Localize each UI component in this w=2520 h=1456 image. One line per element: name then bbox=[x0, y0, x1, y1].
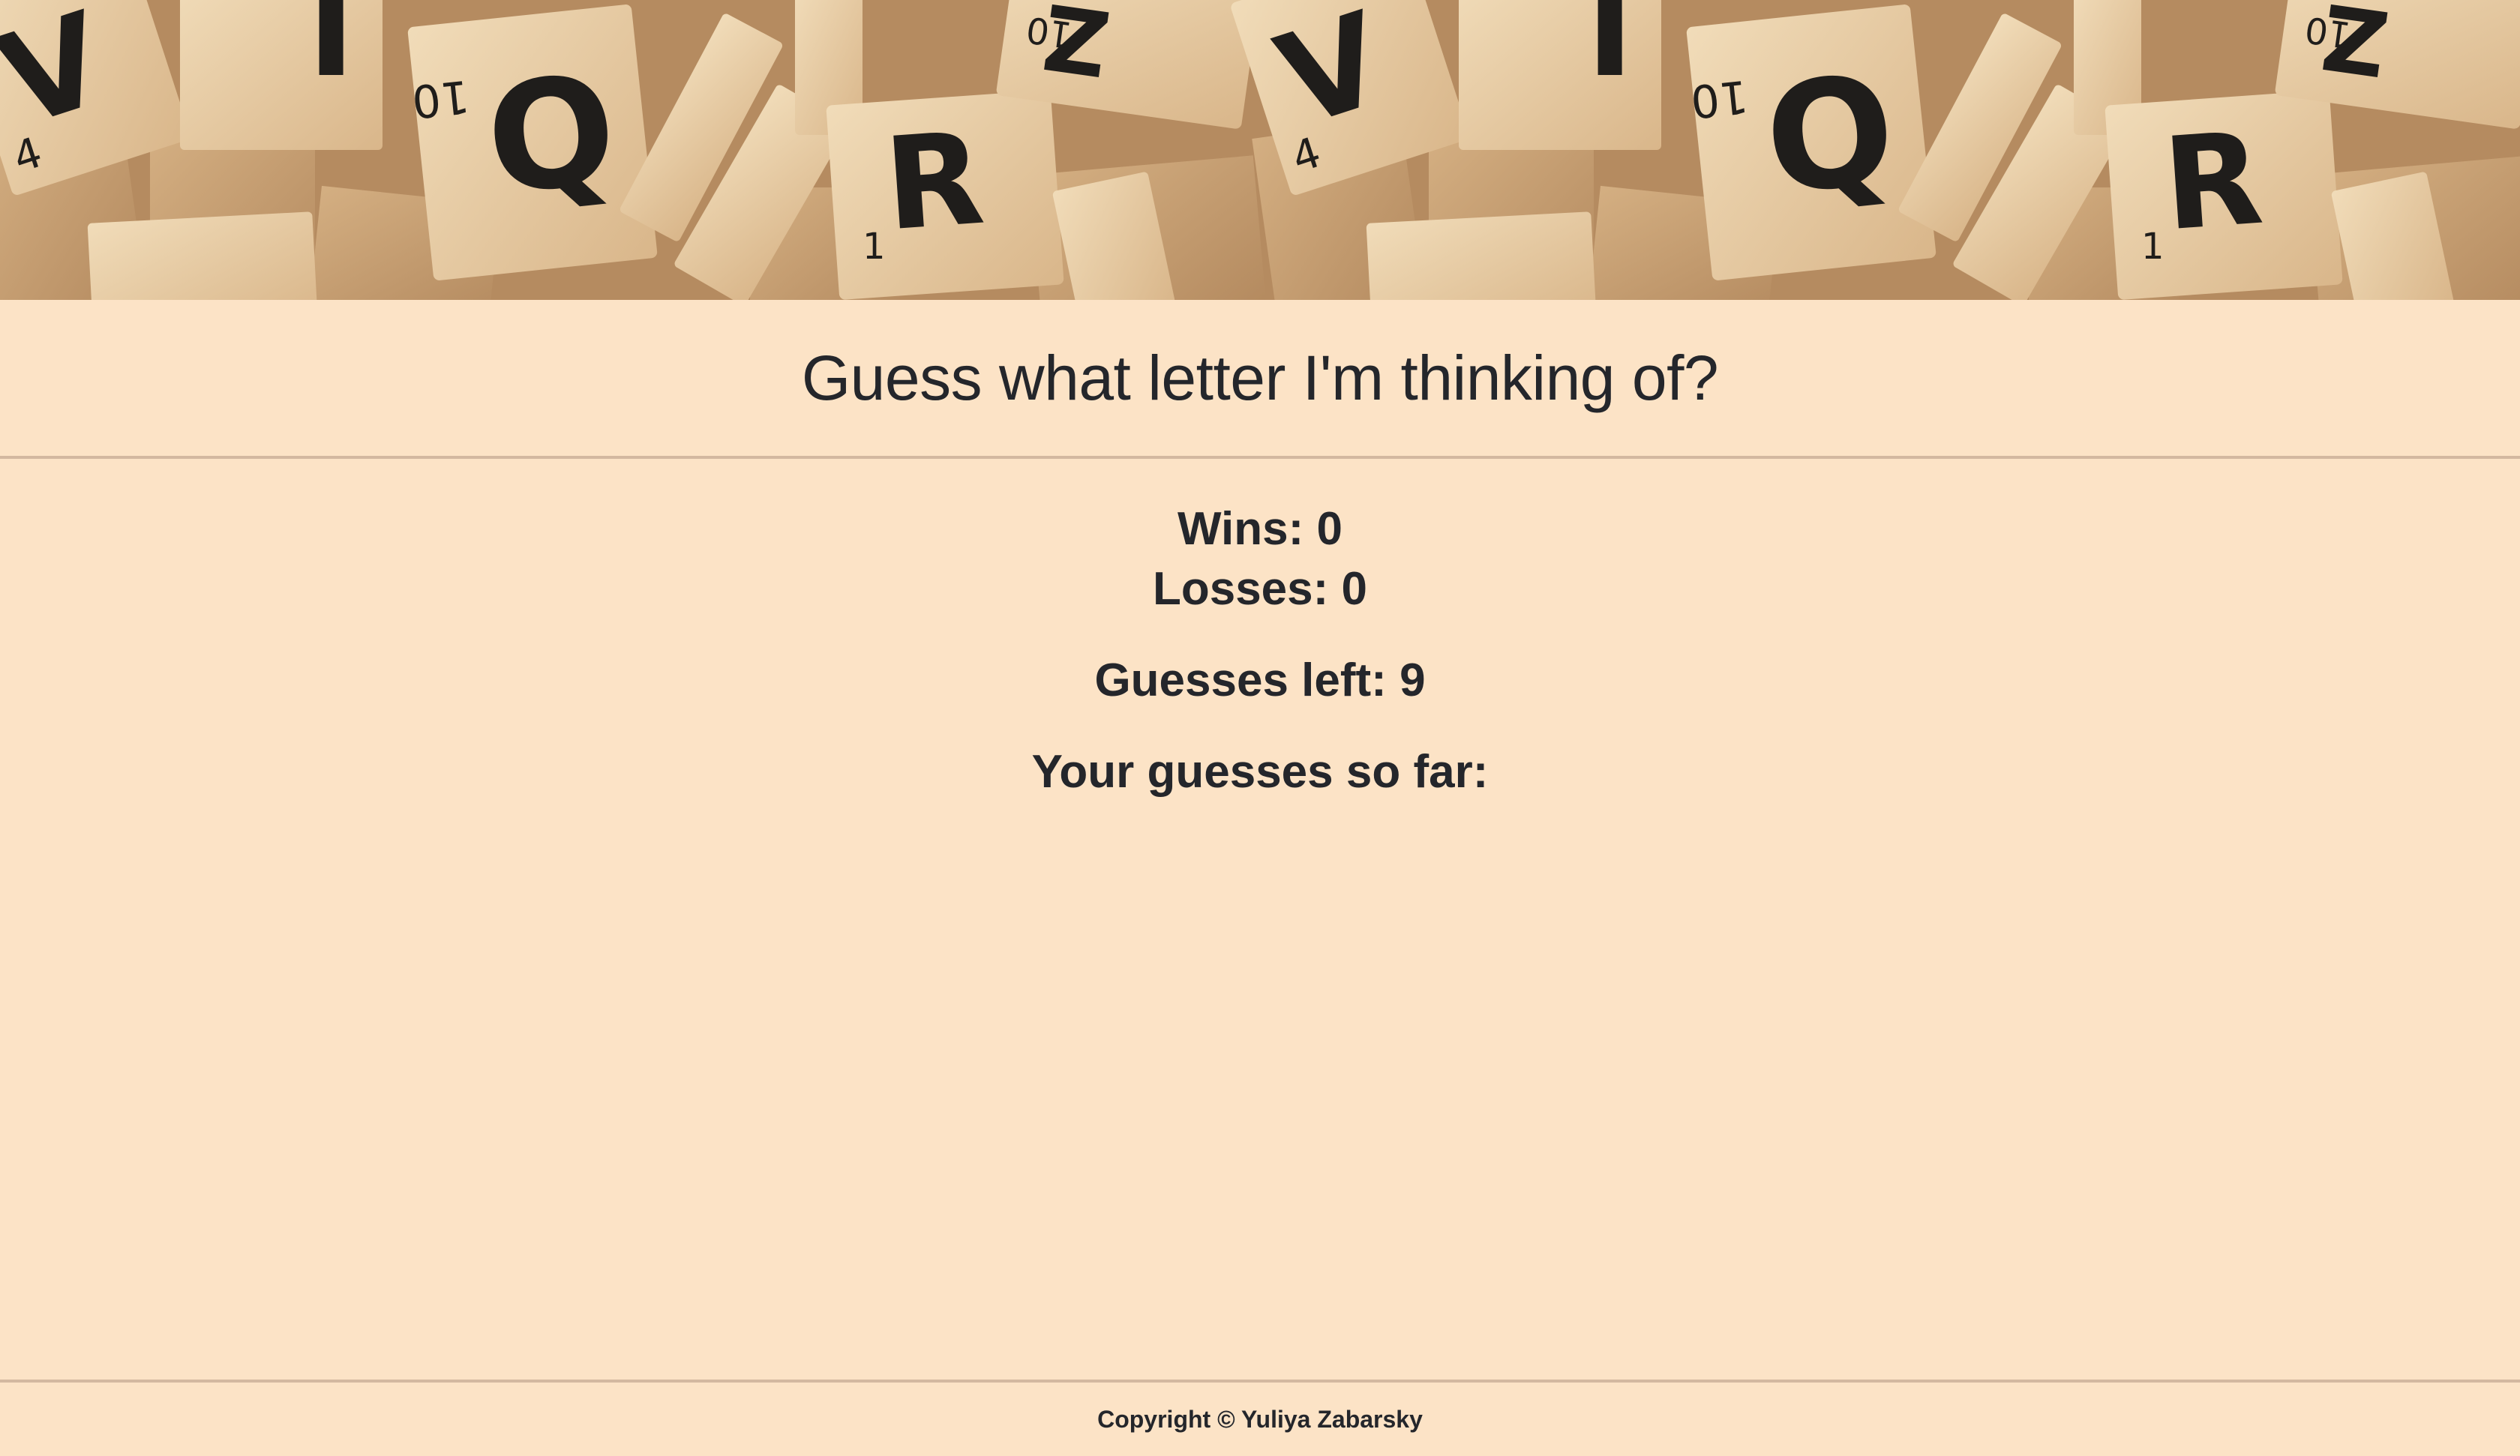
page-header: Guess what letter I'm thinking of? bbox=[0, 300, 2520, 459]
svg-text:R: R bbox=[2158, 105, 2266, 260]
svg-text:1: 1 bbox=[2141, 226, 2164, 268]
svg-text:10: 10 bbox=[1688, 70, 1750, 128]
page-title: Guess what letter I'm thinking of? bbox=[801, 342, 1719, 413]
svg-text:I: I bbox=[1586, 0, 1634, 106]
guesses-so-far-label: Your guesses so far: bbox=[1031, 746, 1489, 798]
scrabble-tiles-banner-image: V 4 I Q 10 R 1 Z 10 V 4 I Q 10 R 1 Z 10 bbox=[0, 0, 2520, 300]
svg-text:10: 10 bbox=[2302, 8, 2354, 56]
svg-text:1: 1 bbox=[862, 226, 886, 268]
game-stats: Wins: 0 Losses: 0 Guesses left: 9 Your g… bbox=[0, 459, 2520, 818]
guesses-left-label: Guesses left: bbox=[1094, 655, 1387, 706]
wins-stat: Wins: 0 bbox=[0, 484, 2520, 555]
svg-text:Q: Q bbox=[478, 42, 623, 229]
svg-text:10: 10 bbox=[410, 70, 472, 128]
page-footer: Copyright © Yuliya Zabarsky bbox=[0, 1380, 2520, 1456]
copyright-text: Copyright © Yuliya Zabarsky bbox=[1097, 1405, 1423, 1433]
svg-text:Q: Q bbox=[1757, 42, 1902, 229]
guesses-left-value: 9 bbox=[1400, 655, 1426, 706]
guesses-left-stat: Guesses left: 9 bbox=[0, 635, 2520, 727]
losses-value: 0 bbox=[1341, 563, 1368, 615]
svg-text:R: R bbox=[880, 105, 988, 260]
svg-text:10: 10 bbox=[1024, 8, 1075, 56]
losses-label: Losses: bbox=[1152, 563, 1329, 615]
svg-text:I: I bbox=[308, 0, 355, 106]
guesses-so-far-stat: Your guesses so far: bbox=[0, 727, 2520, 818]
losses-stat: Losses: 0 bbox=[0, 544, 2520, 635]
